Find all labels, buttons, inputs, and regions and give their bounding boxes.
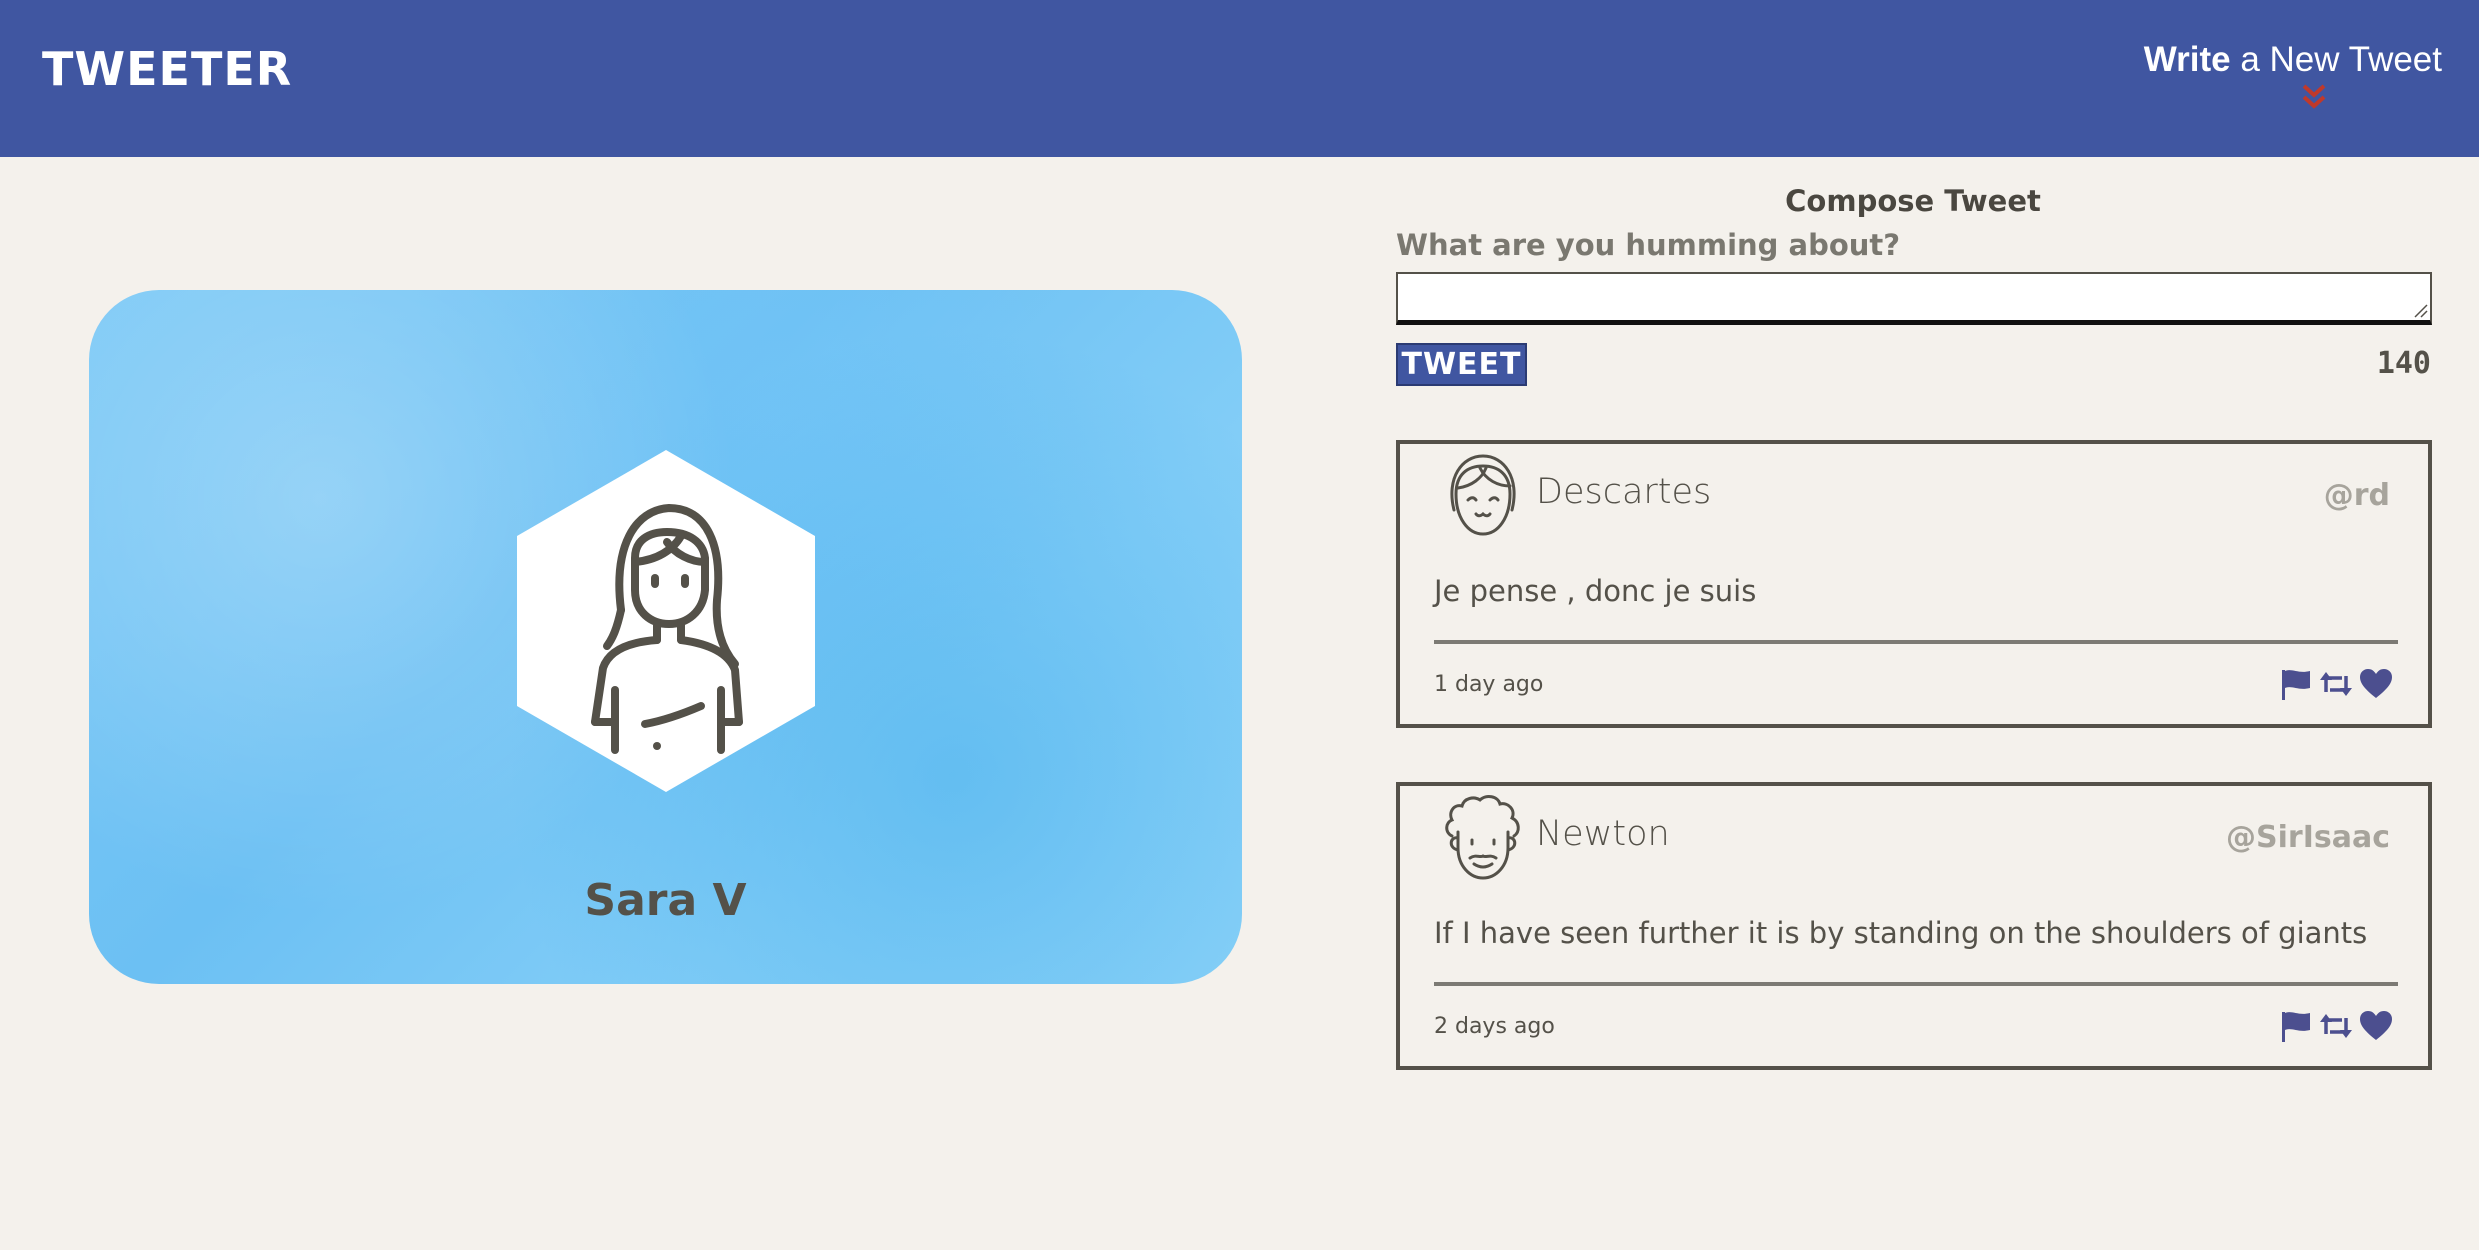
- write-link-bold: Write: [2143, 40, 2231, 79]
- tweet-card: Newton @SirIsaac If I have seen further …: [1396, 782, 2432, 1070]
- tweet-card: Descartes @rd Je pense , donc je suis 1 …: [1396, 440, 2432, 728]
- compose-title: Compose Tweet: [1785, 184, 2041, 218]
- profile-name: Sara V: [584, 875, 747, 926]
- tweet-textarea[interactable]: [1396, 272, 2432, 325]
- double-chevron-down-icon[interactable]: [2300, 82, 2328, 112]
- write-link-rest: a New Tweet: [2230, 40, 2442, 79]
- profile-card: Sara V: [89, 290, 1242, 984]
- char-counter: 140: [2376, 346, 2431, 381]
- retweet-icon[interactable]: [2318, 666, 2354, 702]
- tweet-author-name: Newton: [1536, 814, 1670, 854]
- tweet-actions: [2278, 1008, 2394, 1044]
- heart-icon[interactable]: [2358, 1008, 2394, 1044]
- curly-man-avatar-icon: [1445, 795, 1520, 880]
- tweet-timestamp: 1 day ago: [1434, 672, 1544, 697]
- brand-logo: TWEETER: [42, 42, 293, 96]
- tweet-button[interactable]: TWEET: [1396, 343, 1527, 386]
- compose-label: What are you humming about?: [1396, 228, 1901, 262]
- tweet-author-handle: @SirIsaac: [2226, 820, 2390, 855]
- tweet-author-handle: @rd: [2323, 478, 2390, 513]
- tweet-divider: [1434, 982, 2398, 986]
- tweet-actions: [2278, 666, 2394, 702]
- tweet-content: If I have seen further it is by standing…: [1434, 916, 2368, 950]
- tweet-content: Je pense , donc je suis: [1434, 574, 1757, 608]
- top-nav: TWEETER Write a New Tweet: [0, 0, 2479, 157]
- resize-grip-icon[interactable]: [2413, 303, 2429, 319]
- girl-avatar-icon: [1450, 454, 1516, 536]
- tweet-divider: [1434, 640, 2398, 644]
- flag-icon[interactable]: [2278, 666, 2314, 702]
- woman-avatar-icon: [517, 450, 815, 792]
- flag-icon[interactable]: [2278, 1008, 2314, 1044]
- tweet-timestamp: 2 days ago: [1434, 1014, 1555, 1039]
- tweet-author-name: Descartes: [1536, 472, 1712, 512]
- write-new-tweet-link[interactable]: Write a New Tweet: [2144, 40, 2442, 80]
- retweet-icon[interactable]: [2318, 1008, 2354, 1044]
- heart-icon[interactable]: [2358, 666, 2394, 702]
